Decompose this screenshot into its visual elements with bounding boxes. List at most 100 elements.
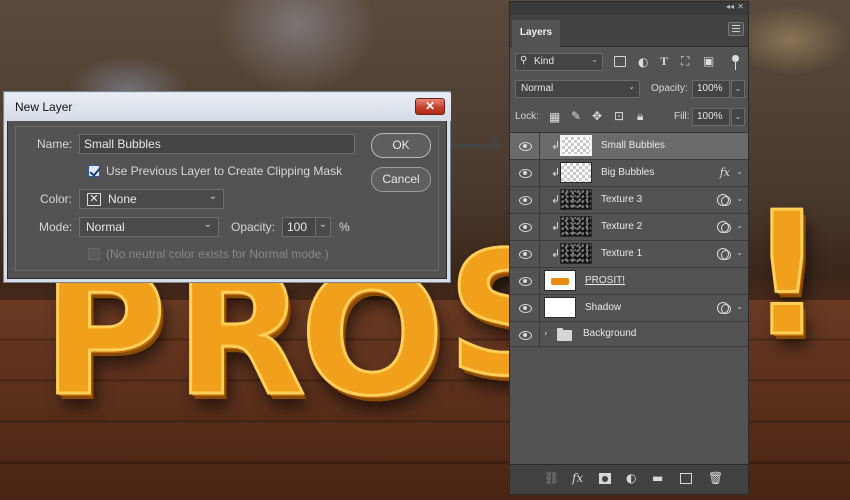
- clipping-arrow-icon: ↲: [551, 139, 561, 152]
- layer-row-texture-3[interactable]: ↲ Texture 3 ⌄: [510, 187, 748, 214]
- visibility-eye-icon[interactable]: [510, 322, 540, 346]
- shape-filter-icon[interactable]: ⛶: [681, 55, 689, 67]
- neutral-color-checkbox: [88, 248, 100, 260]
- new-group-icon[interactable]: ▬: [652, 472, 663, 484]
- chevron-down-icon[interactable]: ⌄: [736, 221, 743, 230]
- layer-name: Shadow: [585, 302, 622, 313]
- clipping-arrow-icon: ↲: [551, 247, 561, 260]
- opacity-label: Opacity:: [231, 220, 276, 234]
- close-icon[interactable]: ✕: [737, 2, 744, 11]
- chevron-down-icon[interactable]: ⌄: [736, 302, 743, 311]
- visibility-eye-icon[interactable]: [510, 241, 540, 267]
- filter-kind-value: Kind: [534, 56, 555, 67]
- layer-row-background-group[interactable]: › Background: [510, 322, 748, 347]
- link-layers-icon[interactable]: ⛓︎: [544, 472, 559, 484]
- blending-options-icon[interactable]: [717, 248, 731, 260]
- layer-name: Texture 2: [601, 221, 643, 232]
- clipping-mask-checkbox[interactable]: [88, 165, 100, 177]
- visibility-eye-icon[interactable]: [510, 295, 540, 321]
- clipping-arrow-icon: ↲: [551, 166, 561, 179]
- name-label: Name:: [37, 137, 73, 151]
- layer-name: Texture 1: [601, 248, 643, 259]
- layer-row-prosit[interactable]: PROSIT!: [510, 268, 748, 295]
- layer-row-texture-2[interactable]: ↲ Texture 2 ⌄: [510, 214, 748, 241]
- opacity-dropdown-button[interactable]: ⌄: [731, 80, 745, 98]
- chevron-down-icon[interactable]: ⌄: [736, 194, 743, 203]
- panel-topbar[interactable]: ◂◂ ✕: [510, 2, 748, 15]
- dialog-titlebar[interactable]: New Layer ✕: [5, 93, 451, 121]
- layer-thumbnail: [544, 297, 576, 318]
- opacity-dropdown-button[interactable]: ⌄: [315, 217, 331, 237]
- lock-row: Lock: ▦ ✎ ✥ ⊡ 🔒︎ Fill: 100% ⌄: [510, 108, 748, 130]
- tab-layers[interactable]: Layers: [512, 20, 560, 47]
- fill-dropdown-button[interactable]: ⌄: [731, 108, 745, 126]
- blending-options-icon[interactable]: [717, 194, 731, 206]
- filter-row: ⚲ Kind ⌄ ◐ T ⛶ ▣: [510, 52, 748, 74]
- layer-opacity-input[interactable]: 100%: [692, 80, 730, 98]
- clipping-arrow-icon: ↲: [551, 193, 561, 206]
- text-letter-exclaim: !: [747, 176, 828, 374]
- dialog-close-button[interactable]: ✕: [415, 98, 445, 115]
- close-icon: ✕: [424, 99, 436, 113]
- panel-tabbar: Layers: [510, 15, 748, 47]
- new-layer-dialog: New Layer ✕ Name: Small Bubbles Use Prev…: [5, 93, 451, 279]
- layer-row-small-bubbles[interactable]: ↲ Small Bubbles: [510, 133, 748, 160]
- cancel-button[interactable]: Cancel: [371, 167, 431, 192]
- filter-toggle-icon[interactable]: [732, 55, 739, 62]
- visibility-eye-icon[interactable]: [510, 214, 540, 240]
- new-layer-icon[interactable]: [680, 473, 692, 484]
- clipping-arrow-icon: ↲: [551, 220, 561, 233]
- lock-all-icon[interactable]: 🔒︎: [637, 110, 643, 122]
- layer-thumbnail: [560, 216, 592, 237]
- layer-thumbnail: [544, 270, 576, 291]
- fx-icon[interactable]: fx: [720, 166, 730, 179]
- image-filter-icon[interactable]: [614, 56, 626, 67]
- layer-row-big-bubbles[interactable]: ↲ Big Bubbles fx ⌄: [510, 160, 748, 187]
- visibility-eye-icon[interactable]: [510, 187, 540, 213]
- blend-mode-select[interactable]: Normal ⌄: [515, 80, 640, 98]
- blend-row: Normal ⌄ Opacity: 100% ⌄: [510, 80, 748, 102]
- lock-transparent-icon[interactable]: ▦: [549, 111, 560, 123]
- visibility-eye-icon[interactable]: [510, 268, 540, 294]
- lock-label: Lock:: [515, 111, 539, 122]
- layer-row-texture-1[interactable]: ↲ Texture 1 ⌄: [510, 241, 748, 268]
- layer-name: Small Bubbles: [601, 140, 665, 151]
- lock-image-icon[interactable]: ✎: [571, 110, 581, 122]
- panel-menu-icon[interactable]: [728, 22, 744, 36]
- adjustment-filter-icon[interactable]: ◐: [638, 56, 648, 68]
- color-select[interactable]: ✕ None ⌄: [79, 189, 224, 209]
- filter-kind-select[interactable]: ⚲ Kind ⌄: [515, 53, 603, 71]
- opacity-unit: %: [339, 220, 350, 234]
- blending-options-icon[interactable]: [717, 302, 731, 314]
- type-filter-icon[interactable]: T: [660, 55, 668, 67]
- layer-name-input[interactable]: Small Bubbles: [79, 134, 355, 154]
- chevron-down-icon[interactable]: ⌄: [736, 248, 743, 257]
- chevron-down-icon: ⌄: [208, 191, 217, 202]
- opacity-input[interactable]: 100: [282, 217, 316, 237]
- mode-select[interactable]: Normal ⌄: [79, 217, 219, 237]
- collapse-icon[interactable]: ◂◂: [726, 2, 734, 11]
- chevron-down-icon[interactable]: ⌄: [736, 167, 743, 176]
- new-adjustment-layer-icon[interactable]: ◐: [626, 472, 636, 484]
- mode-value: Normal: [86, 220, 125, 234]
- trash-icon[interactable]: 🗑︎: [708, 472, 723, 484]
- blending-options-icon[interactable]: [717, 221, 731, 233]
- fill-input[interactable]: 100%: [692, 108, 730, 126]
- visibility-eye-icon[interactable]: [510, 133, 540, 159]
- blend-mode-value: Normal: [521, 83, 554, 94]
- lock-artboard-icon[interactable]: ⊡: [614, 110, 624, 122]
- layer-name: PROSIT!: [585, 275, 626, 286]
- chevron-right-icon[interactable]: ›: [544, 329, 548, 339]
- fill-label: Fill:: [674, 111, 690, 122]
- layer-thumbnail: [560, 135, 592, 156]
- color-value: None: [108, 192, 137, 206]
- lock-position-icon[interactable]: ✥: [592, 110, 602, 122]
- mode-label: Mode:: [39, 220, 73, 234]
- add-mask-icon[interactable]: [599, 473, 611, 484]
- ok-button[interactable]: OK: [371, 133, 431, 158]
- visibility-eye-icon[interactable]: [510, 160, 540, 186]
- layer-row-shadow[interactable]: Shadow ⌄: [510, 295, 748, 322]
- fx-icon[interactable]: fx: [572, 472, 583, 484]
- smart-object-filter-icon[interactable]: ▣: [703, 55, 714, 67]
- dialog-title: New Layer: [15, 100, 73, 114]
